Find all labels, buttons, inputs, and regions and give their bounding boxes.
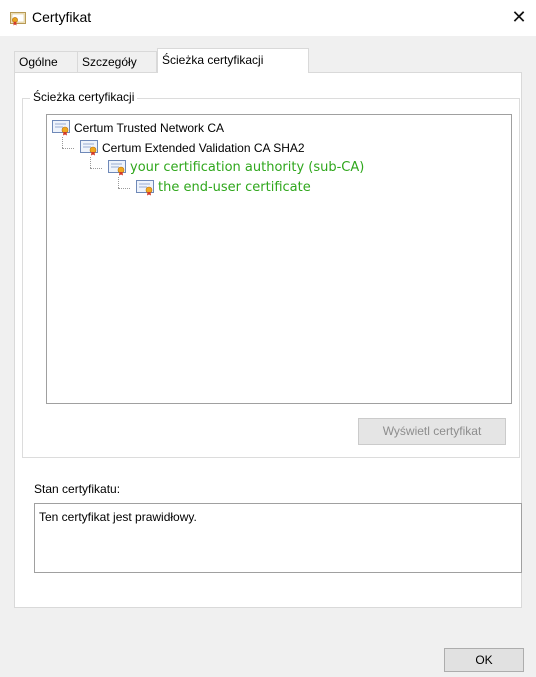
tree-connector bbox=[118, 188, 130, 189]
tree-connector bbox=[90, 157, 91, 168]
tree-connector bbox=[90, 168, 102, 169]
status-label: Stan certyfikatu: bbox=[34, 482, 121, 496]
tree-connector bbox=[62, 137, 63, 148]
certification-path-tree[interactable]: Certum Trusted Network CA Certum Extende… bbox=[46, 114, 512, 404]
tab-certification-path[interactable]: Ścieżka certyfikacji bbox=[157, 48, 309, 73]
window-title: Certyfikat bbox=[32, 9, 92, 25]
tree-connector bbox=[62, 148, 74, 149]
tree-item-label: the end-user certificate bbox=[158, 180, 311, 195]
dialog-body: Ogólne Szczegóły Ścieżka certyfikacji Śc… bbox=[0, 36, 536, 677]
title-bar: Certyfikat ✕ bbox=[0, 0, 536, 36]
close-icon: ✕ bbox=[511, 7, 527, 27]
certificate-icon bbox=[52, 120, 70, 136]
status-textbox[interactable]: Ten certyfikat jest prawidłowy. bbox=[34, 503, 522, 573]
certificate-icon bbox=[10, 12, 26, 26]
certificate-icon bbox=[136, 180, 154, 196]
tab-general[interactable]: Ogólne bbox=[14, 51, 78, 72]
certificate-icon bbox=[80, 140, 98, 156]
close-button[interactable]: ✕ bbox=[502, 0, 536, 34]
tree-connector bbox=[118, 177, 119, 188]
tree-item-label: Certum Trusted Network CA bbox=[74, 121, 225, 135]
ok-button[interactable]: OK bbox=[444, 648, 524, 672]
tab-details[interactable]: Szczegóły bbox=[77, 51, 157, 72]
certificate-icon bbox=[108, 160, 126, 176]
view-certificate-button[interactable]: Wyświetl certyfikat bbox=[358, 418, 506, 445]
group-legend: Ścieżka certyfikacji bbox=[30, 90, 138, 104]
tree-item-label: Certum Extended Validation CA SHA2 bbox=[102, 141, 305, 155]
status-text: Ten certyfikat jest prawidłowy. bbox=[39, 510, 197, 524]
tree-item-label: your certification authority (sub-CA) bbox=[130, 160, 365, 175]
